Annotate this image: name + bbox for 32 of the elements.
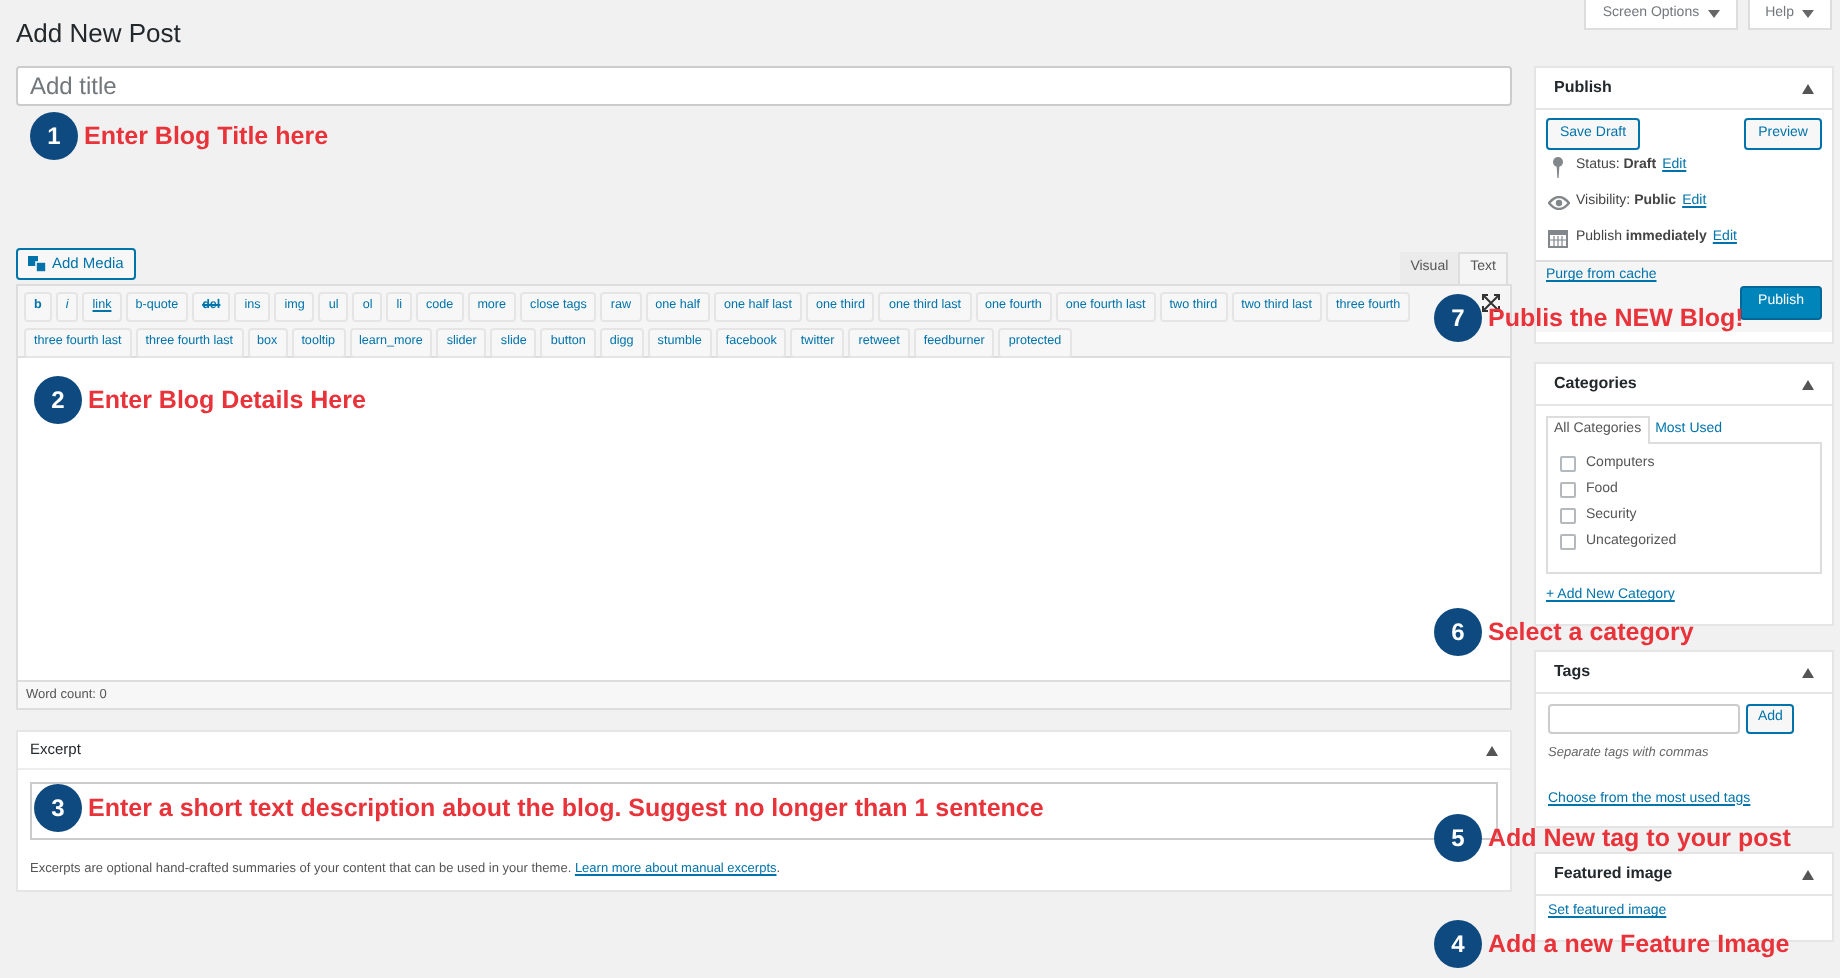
annotation-text: Enter a short text description about the blog. Suggest no longer than 1 sentence: [88, 795, 1044, 821]
annotation-text: Add New tag to your post: [1488, 825, 1791, 851]
collapse-icon[interactable]: [1802, 379, 1814, 389]
collapse-icon[interactable]: [1802, 667, 1814, 677]
annotation-text: Publis the NEW Blog!: [1488, 305, 1744, 331]
panel-title: Categories: [1554, 372, 1637, 396]
caret-icon: [1707, 10, 1720, 18]
collapse-icon[interactable]: [1802, 83, 1814, 93]
page-title: Add New Post: [16, 16, 183, 52]
step-number-badge: 1: [30, 112, 78, 160]
annotation-text: Enter Blog Details Here: [88, 387, 366, 413]
title-field[interactable]: Add title: [16, 66, 1512, 106]
annotation-text: Enter Blog Title here: [84, 123, 329, 149]
panel-title: Tags: [1554, 660, 1591, 684]
annotation-text: Add a new Feature Image: [1488, 931, 1790, 957]
annotation-text: Select a category: [1488, 619, 1694, 645]
collapse-icon[interactable]: [1486, 745, 1498, 755]
caret-icon: [1802, 10, 1814, 18]
category-checkbox[interactable]: [1560, 456, 1576, 472]
pin-icon: [1550, 155, 1566, 177]
category-checkbox[interactable]: [1560, 508, 1576, 524]
tag-input-field[interactable]: [1548, 704, 1740, 734]
eye-icon: [1547, 195, 1569, 209]
cross-arrows-icon: [1482, 294, 1500, 312]
step-number-badge: 4: [1434, 920, 1482, 968]
calendar-icon: [1548, 228, 1568, 248]
media-icon: [28, 256, 46, 272]
panel-title: Publish: [1554, 76, 1612, 100]
collapse-icon[interactable]: [1802, 869, 1814, 879]
panel-title: Featured image: [1554, 862, 1673, 886]
category-checkbox[interactable]: [1560, 482, 1576, 498]
category-checkbox[interactable]: [1560, 534, 1576, 550]
